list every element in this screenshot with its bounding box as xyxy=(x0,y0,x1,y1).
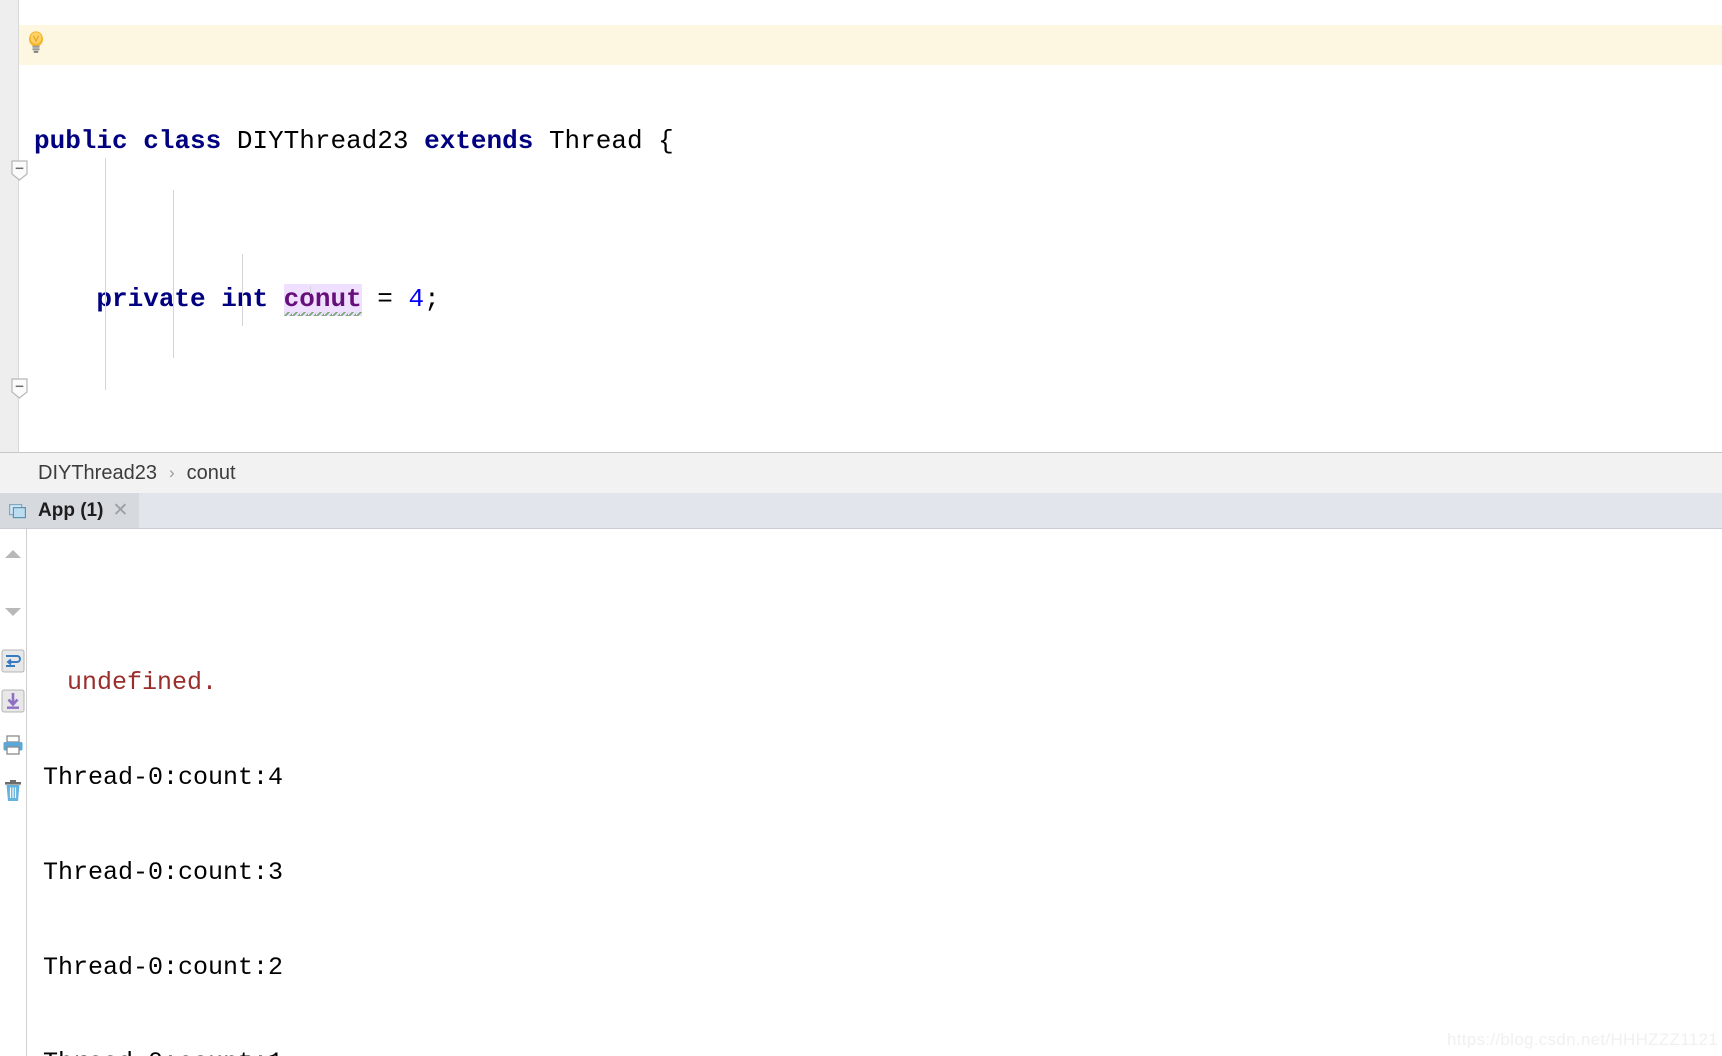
keyword-public: public xyxy=(34,126,128,157)
console-toolbar[interactable] xyxy=(0,529,27,1056)
scroll-to-end-icon[interactable] xyxy=(1,689,25,713)
run-console-pane: App (1) ✕ undefined. Thread-0:count:4 Th… xyxy=(0,493,1722,1056)
soft-wrap-icon[interactable] xyxy=(1,649,25,673)
semicolon: ; xyxy=(424,284,440,315)
indent-guide xyxy=(310,286,311,294)
print-icon[interactable] xyxy=(1,733,25,757)
console-output[interactable]: undefined. Thread-0:count:4 Thread-0:cou… xyxy=(27,529,1722,1056)
keyword-int: int xyxy=(221,284,269,315)
close-icon[interactable]: ✕ xyxy=(112,501,128,520)
console-line-clipped xyxy=(43,573,1722,585)
number-literal: 4 xyxy=(408,284,425,315)
code-line[interactable]: public class DIYThread23 extends Thread … xyxy=(0,126,1722,158)
console-line: Thread-0:count:3 xyxy=(43,857,284,887)
tab-app[interactable]: App (1) ✕ xyxy=(0,493,140,528)
keyword-class: class xyxy=(143,126,222,157)
breadcrumb-item-class[interactable]: DIYThread23 xyxy=(38,462,157,485)
breadcrumb-item-field[interactable]: conut xyxy=(187,462,236,485)
ide-window: public class DIYThread23 extends Thread … xyxy=(0,0,1722,1056)
breadcrumb[interactable]: DIYThread23 › conut xyxy=(0,452,1722,493)
code-text[interactable]: public class DIYThread23 extends Thread … xyxy=(0,0,1722,452)
class-name: DIYThread23 xyxy=(236,126,409,157)
tab-label: App (1) xyxy=(38,499,104,521)
trash-icon[interactable] xyxy=(1,779,25,803)
keyword-private: private xyxy=(96,284,206,315)
run-app-icon xyxy=(9,502,29,520)
scroll-up-icon[interactable] xyxy=(1,543,25,567)
brace-open: { xyxy=(658,126,674,157)
console-line: undefined. xyxy=(67,668,218,698)
console-body: undefined. Thread-0:count:4 Thread-0:cou… xyxy=(0,529,1722,1056)
chevron-right-icon: › xyxy=(168,463,175,482)
indent-guide xyxy=(105,158,106,390)
code-editor-pane[interactable]: public class DIYThread23 extends Thread … xyxy=(0,0,1722,452)
code-line-blank[interactable] xyxy=(0,442,1722,452)
console-line: Thread-0:count:1 xyxy=(43,1047,1722,1056)
scroll-down-icon[interactable] xyxy=(1,599,25,623)
keyword-extends: extends xyxy=(424,126,534,157)
code-line-field-decl[interactable]: private int conut = 4; xyxy=(0,284,1722,317)
field-conut[interactable]: conut xyxy=(283,284,362,317)
assign-operator: = xyxy=(377,284,393,315)
superclass-name: Thread xyxy=(548,126,643,157)
indent-guide xyxy=(242,254,243,326)
indent-guide xyxy=(173,190,174,358)
console-line: Thread-0:count:4 xyxy=(43,763,284,793)
console-line: Thread-0:count:2 xyxy=(43,952,284,982)
console-tabbar: App (1) ✕ xyxy=(0,493,1722,529)
